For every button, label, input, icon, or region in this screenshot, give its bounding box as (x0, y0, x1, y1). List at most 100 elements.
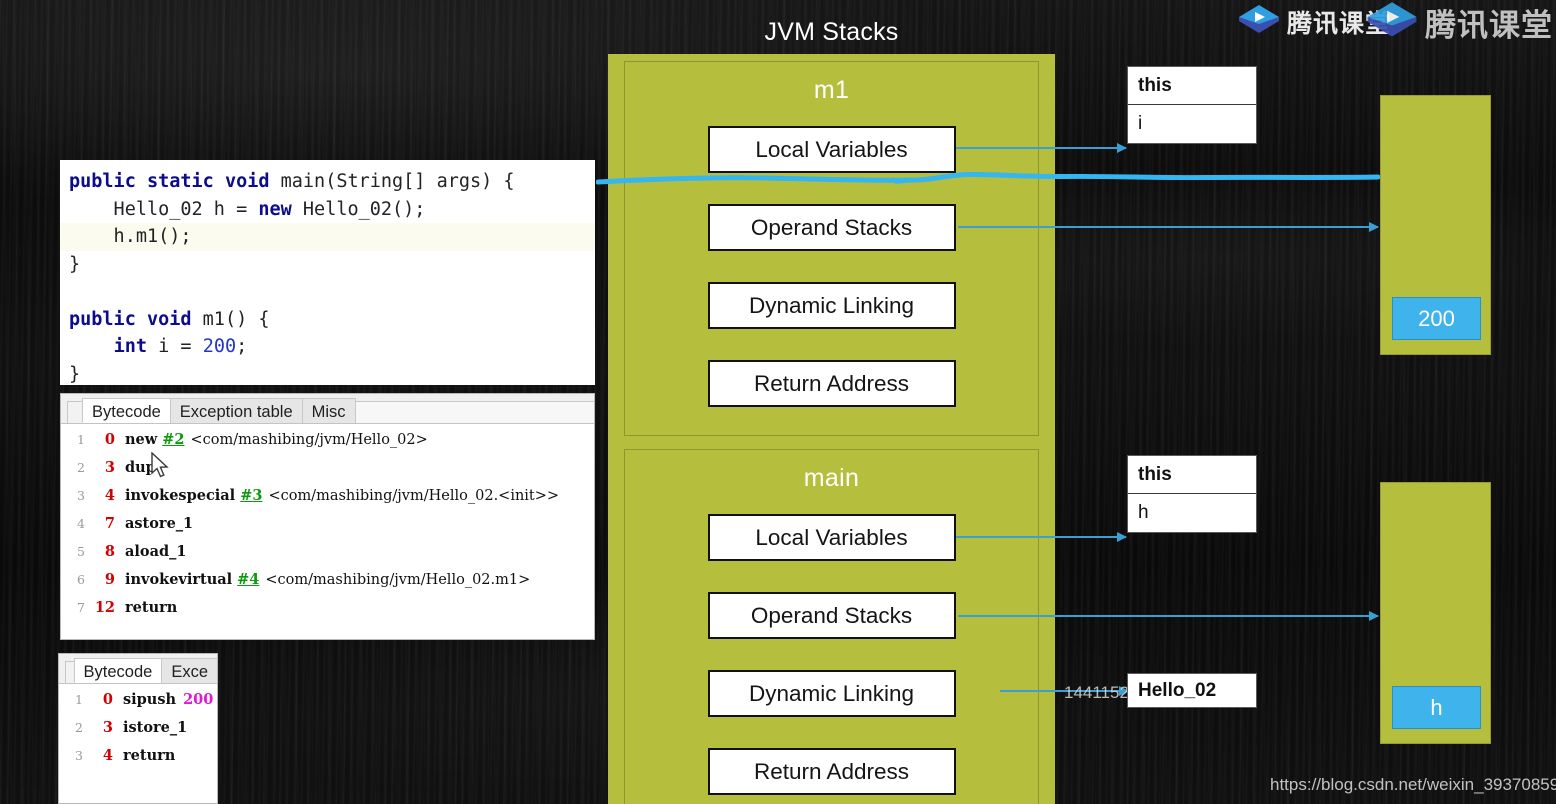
local-variable-table-main: this h (1127, 455, 1257, 533)
tencent-play-icon (1239, 5, 1279, 33)
bytecode-opcode: aload_1 (125, 543, 187, 560)
bytecode-argument: <com/mashibing/jvm/Hello_02.m1> (265, 572, 531, 588)
frame-slot-return-address[interactable]: Return Address (707, 360, 956, 407)
tab-exception[interactable]: Exce (161, 658, 217, 683)
tabstrip-filler (354, 401, 594, 423)
bytecode-line-number: 3 (77, 488, 85, 503)
bytecode-argument: <com/mashibing/jvm/Hello_02.<init>> (268, 488, 560, 504)
stack-frame-m1: m1 Local Variables Operand Stacks Dynami… (624, 61, 1039, 436)
code-editor-panel[interactable]: public static void main(String[] args) {… (60, 160, 595, 385)
code-line: Hello_02 h = new Hello_02(); (69, 198, 426, 220)
frame-slot-local-variables[interactable]: Local Variables (707, 514, 956, 561)
code-line: } (69, 253, 81, 275)
tabstrip-stub (67, 401, 83, 423)
bytecode-literal: 200 (183, 691, 214, 708)
bytecode-row: 6 9 invokevirtual #4 <com/mashibing/jvm/Hell… (61, 571, 594, 599)
bytecode-constant-ref[interactable]: #2 (157, 431, 184, 448)
bytecode-offset: 4 (104, 487, 115, 504)
frame-slot-operand-stacks[interactable]: Operand Stacks (707, 204, 956, 251)
frame-title-m1: m1 (813, 76, 850, 104)
lvt-cell-this: this (1128, 456, 1256, 494)
bytecode-offset: 4 (102, 747, 113, 764)
stack-frame-main: main Local Variables Operand Stacks Dyna… (624, 449, 1039, 804)
tencent-logo-text: 腾讯课堂 (1425, 8, 1553, 43)
bytecode-tabstrip-m1[interactable]: Bytecode Exce (59, 654, 217, 684)
bytecode-row: 4 7 astore_1 (61, 515, 594, 543)
bytecode-opcode: istore_1 (123, 719, 188, 736)
frame-slot-dynamic-linking[interactable]: Dynamic Linking (707, 670, 956, 717)
bytecode-line-number: 1 (75, 692, 83, 707)
bytecode-row: 2 3 istore_1 (59, 719, 217, 747)
bytecode-opcode: sipush (123, 691, 177, 708)
bytecode-opcode: return (123, 747, 176, 764)
frame-title-main: main (803, 464, 860, 492)
bytecode-offset: 12 (94, 599, 115, 616)
bytecode-line-number: 3 (75, 748, 83, 763)
bytecode-offset: 7 (104, 515, 115, 532)
bytecode-offset: 3 (102, 719, 113, 736)
frame-slot-return-address[interactable]: Return Address (707, 748, 956, 795)
bytecode-line-number: 7 (77, 600, 85, 615)
bytecode-panel-m1[interactable]: Bytecode Exce 1 0 sipush 200 2 3 istore_1 3 4 ret… (58, 653, 218, 804)
bytecode-row: 3 4 return (59, 747, 217, 775)
code-line: public static void main(String[] args) { (69, 171, 515, 192)
bytecode-row: 5 8 aload_1 (61, 543, 594, 571)
arrow-main-operands-to-heap (958, 611, 1379, 620)
code-line: public void m1() { (69, 308, 270, 330)
bytecode-line-number: 4 (77, 516, 85, 531)
arrow-m1-locals-to-table (956, 143, 1127, 152)
code-line: h.m1(); (60, 223, 595, 251)
bytecode-panel-main[interactable]: Bytecode Exception table Misc 1 0 new #2 <co… (60, 393, 595, 640)
bytecode-offset: 3 (104, 459, 115, 476)
page-title: JVM Stacks (764, 18, 899, 46)
bytecode-opcode: invokespecial (125, 487, 236, 504)
lvt-cell-this: this (1128, 67, 1256, 105)
tab-bytecode[interactable]: Bytecode (73, 658, 163, 683)
bytecode-line-number: 2 (77, 460, 85, 475)
tab-bytecode[interactable]: Bytecode (82, 398, 171, 423)
bytecode-constant-ref[interactable]: #3 (235, 487, 262, 504)
heap-object-main: h (1380, 482, 1491, 744)
bytecode-listing-main: 1 0 new #2 <com/mashibing/jvm/Hello_02> 2 3 dup… (61, 424, 594, 627)
bytecode-tabstrip-main[interactable]: Bytecode Exception table Misc (61, 394, 594, 424)
bytecode-line-number: 2 (75, 720, 83, 735)
code-line: } (69, 363, 81, 385)
bytecode-offset: 0 (104, 431, 115, 448)
arrow-m1-operands-to-heap (958, 222, 1379, 231)
bytecode-offset: 8 (104, 543, 115, 560)
bytecode-constant-ref[interactable]: #4 (232, 571, 259, 588)
bytecode-opcode: new (125, 431, 158, 448)
bytecode-offset: 9 (104, 571, 115, 588)
jvm-stacks-container: m1 Local Variables Operand Stacks Dynami… (608, 54, 1055, 804)
bytecode-row: 1 0 sipush 200 (59, 691, 217, 719)
arrow-main-locals-to-table (956, 532, 1127, 541)
tencent-classroom-logo-overlay: 腾讯课堂 (1366, 0, 1553, 45)
mouse-cursor-icon (151, 452, 169, 478)
local-variable-table-m1: this i (1127, 66, 1257, 144)
bytecode-opcode: astore_1 (125, 515, 194, 532)
heap-value-200: 200 (1392, 297, 1481, 340)
bytecode-row: 7 12 return (61, 599, 594, 627)
blog-url-watermark: https://blog.csdn.net/weixin_39370859 (1270, 775, 1556, 794)
frame-slot-operand-stacks[interactable]: Operand Stacks (707, 592, 956, 639)
lvt-cell-i: i (1138, 113, 1143, 134)
tab-exception-table[interactable]: Exception table (169, 398, 303, 423)
bytecode-line-number: 6 (77, 572, 85, 587)
bytecode-offset: 0 (102, 691, 113, 708)
tab-misc[interactable]: Misc (301, 398, 356, 423)
bytecode-argument: <com/mashibing/jvm/Hello_02> (190, 432, 428, 448)
frame-slot-local-variables[interactable]: Local Variables (707, 126, 956, 173)
bytecode-line-number: 5 (77, 544, 85, 559)
bytecode-row: 3 4 invokespecial #3 <com/mashibing/jvm/Hell… (61, 487, 594, 515)
bytecode-listing-m1: 1 0 sipush 200 2 3 istore_1 3 4 return (59, 684, 217, 775)
tencent-play-icon (1367, 1, 1417, 36)
heap-value-h: h (1392, 686, 1481, 729)
frame-slot-dynamic-linking[interactable]: Dynamic Linking (707, 282, 956, 329)
bytecode-row: 2 3 dup (61, 459, 594, 487)
code-line: int i = 200; (113, 336, 248, 357)
bytecode-opcode: invokevirtual (125, 571, 233, 588)
object-label-hello02: Hello_02 (1127, 673, 1257, 708)
bytecode-row: 1 0 new #2 <com/mashibing/jvm/Hello_02> (61, 431, 594, 459)
heap-object-m1: 200 (1380, 95, 1491, 355)
